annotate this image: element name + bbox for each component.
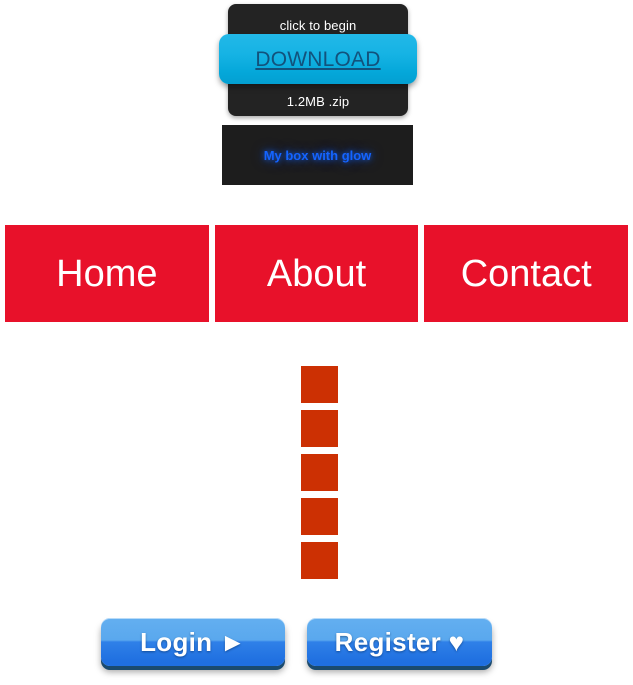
square-block bbox=[301, 454, 338, 491]
download-widget: click to begin DOWNLOAD 1.2MB .zip bbox=[219, 4, 417, 116]
register-button[interactable]: Register ♥ bbox=[307, 618, 492, 666]
main-nav: Home About Contact bbox=[5, 225, 629, 322]
download-caption-top: click to begin bbox=[279, 18, 357, 33]
nav-item-contact[interactable]: Contact bbox=[424, 225, 629, 322]
login-button-label: Login ► bbox=[140, 627, 246, 657]
square-block bbox=[301, 366, 338, 403]
download-button[interactable]: DOWNLOAD bbox=[219, 34, 417, 84]
login-button[interactable]: Login ► bbox=[101, 618, 285, 666]
glow-box: My box with glow bbox=[222, 125, 413, 185]
download-button-label: DOWNLOAD bbox=[255, 47, 381, 71]
square-block bbox=[301, 410, 338, 447]
nav-item-home[interactable]: Home bbox=[5, 225, 209, 322]
square-block bbox=[301, 498, 338, 535]
square-block bbox=[301, 542, 338, 579]
register-button-label: Register ♥ bbox=[334, 627, 465, 657]
download-caption-bottom: 1.2MB .zip bbox=[286, 94, 350, 109]
glow-box-label: My box with glow bbox=[263, 147, 372, 163]
square-column bbox=[301, 366, 338, 579]
nav-item-about[interactable]: About bbox=[214, 225, 419, 322]
button-row: Login ► Register ♥ bbox=[0, 618, 633, 678]
